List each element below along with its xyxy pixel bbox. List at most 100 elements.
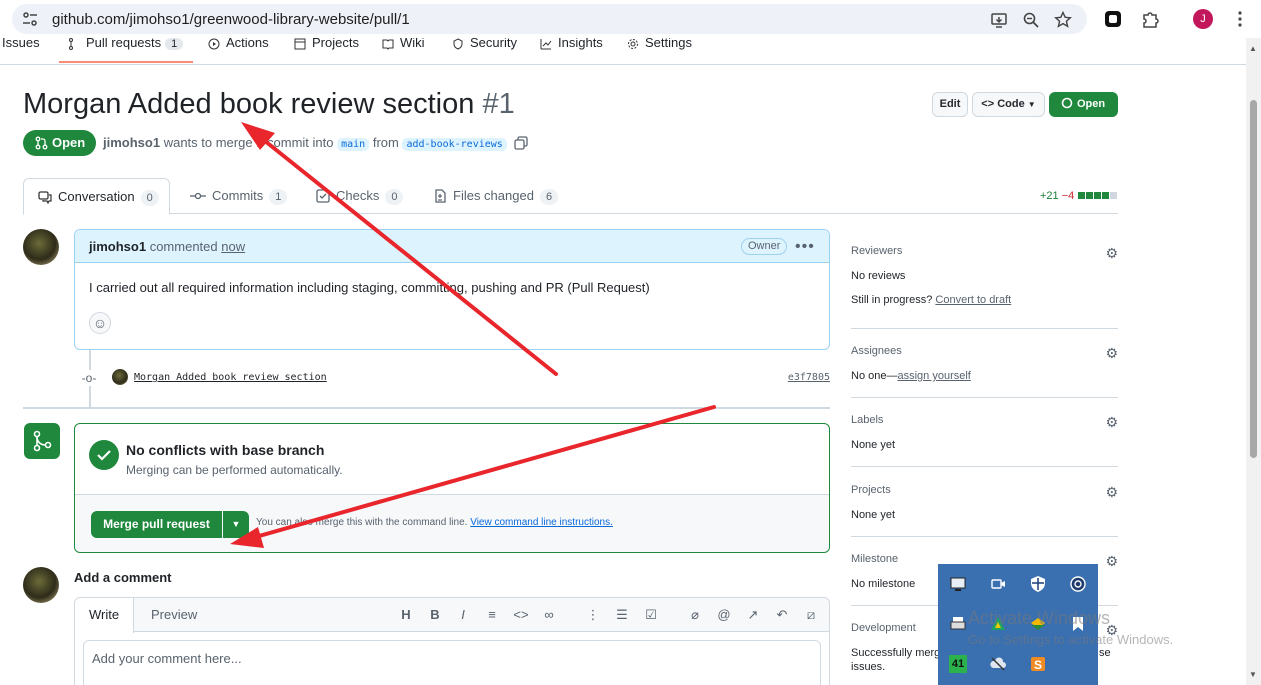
zoom-icon[interactable] <box>1022 11 1040 29</box>
profile-avatar[interactable]: J <box>1193 9 1213 29</box>
merge-hint: You can also merge this with the command… <box>256 517 613 528</box>
nav-count: 1 <box>165 38 184 50</box>
nav-security[interactable]: Security <box>452 38 517 51</box>
gear-icon[interactable]: ⚙ <box>1105 245 1118 262</box>
nav-label: Pull requests <box>86 38 162 50</box>
gear-icon[interactable]: ⚙ <box>1105 414 1118 431</box>
kebab-icon[interactable]: ••• <box>795 230 815 263</box>
printer-icon[interactable] <box>949 615 967 633</box>
open-state-button[interactable]: Open <box>1049 92 1118 117</box>
sidebar-heading[interactable]: Projects <box>851 484 1118 496</box>
tab-preview[interactable]: Preview <box>137 598 211 633</box>
puzzle-icon[interactable] <box>1140 9 1160 29</box>
more-vert-icon[interactable] <box>1230 9 1250 29</box>
caret-down-icon: ▼ <box>1027 100 1036 109</box>
security-shield-icon[interactable] <box>1029 575 1047 593</box>
scrollbar-thumb[interactable] <box>1250 100 1257 458</box>
unordered-list-icon[interactable]: ☰ <box>614 607 630 623</box>
comment-textarea[interactable]: Add your comment here... <box>83 640 821 685</box>
tab-conversation[interactable]: Conversation 0 <box>23 178 170 215</box>
counter-badge-icon[interactable]: 41 <box>949 655 967 673</box>
convert-to-draft-link[interactable]: Convert to draft <box>935 294 1011 306</box>
heading-icon[interactable]: H <box>398 607 414 623</box>
tab-files-changed[interactable]: Files changed 6 <box>433 178 559 214</box>
slash-commands-icon[interactable]: ⧄ <box>803 607 819 623</box>
base-branch[interactable]: main <box>337 138 370 151</box>
mention-icon[interactable]: @ <box>716 607 732 623</box>
sidebar-heading[interactable]: Reviewers <box>851 245 1118 257</box>
gear-icon[interactable]: ⚙ <box>1105 553 1118 570</box>
code-button[interactable]: <> Code ▼ <box>972 92 1045 117</box>
tab-write[interactable]: Write <box>75 598 135 633</box>
scroll-down-icon[interactable]: ▼ <box>1249 670 1257 679</box>
add-reaction-icon[interactable]: ☺ <box>89 312 111 334</box>
nav-settings[interactable]: Settings <box>627 38 692 51</box>
ordered-list-icon[interactable]: ⋮ <box>585 607 601 623</box>
command-line-instructions-link[interactable]: View command line instructions. <box>470 517 613 528</box>
git-merge-icon <box>24 423 60 459</box>
comment-author[interactable]: jimohso1 <box>89 239 146 254</box>
cross-reference-icon[interactable]: ↗ <box>745 607 761 623</box>
nav-projects[interactable]: Projects <box>294 38 359 51</box>
monitor-icon[interactable] <box>949 575 967 593</box>
quote-icon[interactable]: ≡ <box>484 607 500 623</box>
italic-icon[interactable]: I <box>455 607 471 623</box>
nav-actions[interactable]: Actions <box>208 38 269 51</box>
issue-open-icon <box>1061 97 1073 109</box>
commit-row: -o- Morgan Added book review section e3f… <box>80 368 830 388</box>
copy-icon[interactable] <box>514 136 529 150</box>
comment-box: jimohso1 commented now Owner ••• I carri… <box>74 229 830 350</box>
sidebar-heading[interactable]: Assignees <box>851 345 1118 357</box>
tab-commits[interactable]: Commits 1 <box>190 178 288 214</box>
head-branch[interactable]: add-book-reviews <box>402 138 507 151</box>
pull-request-icon <box>69 38 73 50</box>
sidebar-value: None yet <box>851 439 896 451</box>
nav-issues[interactable]: Issues <box>2 38 40 51</box>
commit-avatar[interactable] <box>112 369 128 385</box>
gear-icon[interactable]: ⚙ <box>1105 484 1118 501</box>
page-scrollbar[interactable]: ▲ ▼ <box>1246 38 1261 685</box>
sidebar-divider <box>851 536 1118 537</box>
commit-sha[interactable]: e3f7805 <box>788 372 830 383</box>
sidebar-assignees: Assignees ⚙ No one—assign yourself <box>851 345 1118 382</box>
comment-time[interactable]: now <box>221 239 245 254</box>
commit-message[interactable]: Morgan Added book review section <box>134 372 327 383</box>
search-app-icon[interactable] <box>1069 575 1087 593</box>
bookmark-star-icon[interactable] <box>1054 11 1072 29</box>
code-icon[interactable]: <> <box>513 607 529 623</box>
extension-icon[interactable] <box>1103 9 1123 29</box>
task-list-icon[interactable]: ☑ <box>643 607 659 623</box>
camera-icon[interactable] <box>989 575 1007 593</box>
nav-wiki[interactable]: Wiki <box>382 38 425 51</box>
pr-meta: jimohso1 wants to merge 1 commit into ma… <box>103 135 529 151</box>
assign-yourself-link[interactable]: assign yourself <box>897 370 970 382</box>
open-button-label: Open <box>1077 98 1106 110</box>
tab-label: Conversation <box>58 189 135 204</box>
cloud-offline-icon[interactable] <box>989 655 1007 673</box>
nav-pull-requests[interactable]: Pull requests 1 <box>68 38 184 51</box>
sidebar-heading[interactable]: Labels <box>851 414 1118 426</box>
address-bar[interactable]: github.com/jimohso1/greenwood-library-we… <box>12 4 1087 34</box>
git-commit-icon <box>190 192 206 200</box>
avatar[interactable] <box>23 567 59 603</box>
development-text: Successfully merg <box>851 647 941 659</box>
tab-checks[interactable]: Checks 0 <box>316 178 404 214</box>
edit-button[interactable]: Edit <box>932 92 968 117</box>
merge-method-dropdown[interactable]: ▼ <box>223 511 249 538</box>
nav-insights[interactable]: Insights <box>540 38 603 51</box>
merge-box: No conflicts with base branch Merging ca… <box>74 423 830 553</box>
url-text[interactable]: github.com/jimohso1/greenwood-library-we… <box>52 11 410 28</box>
site-info-icon[interactable] <box>22 11 38 27</box>
reply-icon[interactable]: ↶ <box>774 607 790 623</box>
office-app-icon[interactable]: S <box>1029 655 1047 673</box>
bold-icon[interactable]: B <box>427 607 443 623</box>
scroll-up-icon[interactable]: ▲ <box>1249 44 1257 53</box>
install-app-icon[interactable] <box>990 11 1008 29</box>
avatar[interactable] <box>23 229 59 265</box>
merge-pull-request-button[interactable]: Merge pull request <box>91 511 222 538</box>
gear-icon[interactable]: ⚙ <box>1105 345 1118 362</box>
merge-status-subtitle: Merging can be performed automatically. <box>126 463 343 477</box>
link-icon[interactable]: ∞ <box>541 607 557 623</box>
pr-author-link[interactable]: jimohso1 <box>103 135 160 150</box>
attach-icon[interactable]: ⌀ <box>687 607 703 623</box>
